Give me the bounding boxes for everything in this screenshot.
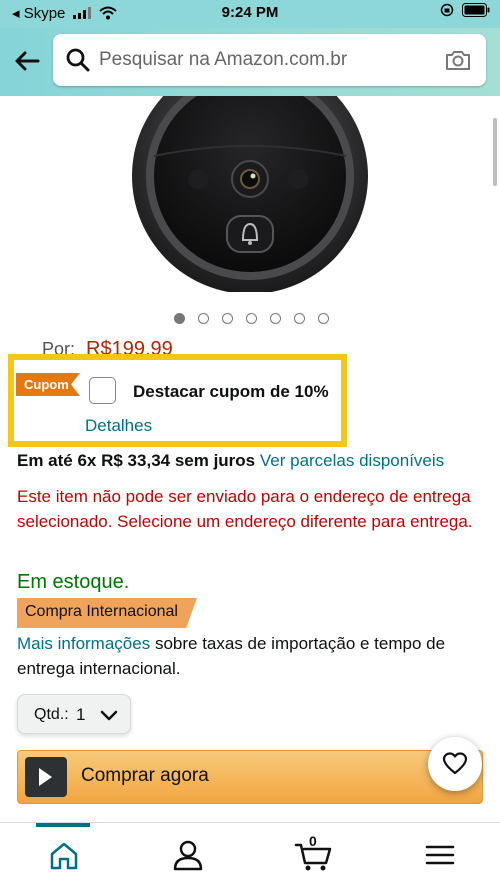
image-carousel-dots[interactable]	[174, 313, 329, 324]
buy-now-button[interactable]: Comprar agora	[17, 750, 483, 804]
carousel-dot[interactable]	[270, 313, 281, 324]
cart-button[interactable]: 0	[294, 833, 334, 873]
home-icon[interactable]	[44, 837, 84, 873]
camera-icon[interactable]	[444, 46, 472, 74]
quantity-label: Qtd.:	[34, 706, 69, 723]
carousel-dot[interactable]	[318, 313, 329, 324]
menu-icon[interactable]	[420, 837, 460, 873]
international-badge-label: Compra Internacional	[25, 603, 178, 620]
carousel-dot[interactable]	[222, 313, 233, 324]
coupon-text[interactable]: Destacar cupom de 10%	[133, 382, 329, 402]
orientation-lock-icon	[440, 3, 454, 17]
quantity-select[interactable]: Qtd.: 1	[17, 694, 131, 734]
import-info-link[interactable]: Mais informações	[17, 634, 150, 653]
back-arrow-icon[interactable]	[12, 46, 42, 76]
carousel-dot[interactable]	[198, 313, 209, 324]
product-image[interactable]	[130, 96, 370, 292]
coupon-badge: Cupom	[16, 373, 80, 396]
carousel-dot[interactable]	[174, 313, 185, 324]
cart-count: 0	[309, 833, 317, 849]
search-box[interactable]	[53, 34, 486, 86]
play-icon	[25, 757, 67, 797]
installments-link[interactable]: Ver parcelas disponíveis	[260, 451, 444, 470]
heart-icon	[442, 752, 468, 775]
shipping-warning: Este item não pode ser enviado para o en…	[17, 487, 473, 531]
quantity-value: 1	[76, 705, 86, 724]
bottom-navigation: 0	[0, 822, 500, 889]
installments-text: Em até 6x R$ 33,34 sem juros	[17, 451, 256, 470]
chevron-down-icon	[100, 710, 118, 721]
nav-active-indicator	[36, 823, 90, 827]
search-header	[0, 28, 500, 96]
battery-icon	[462, 3, 490, 17]
installments-row: Em até 6x R$ 33,34 sem juros Ver parcela…	[17, 451, 444, 471]
coupon-checkbox[interactable]	[89, 377, 116, 404]
status-right	[440, 3, 490, 17]
buy-now-label: Comprar agora	[81, 765, 209, 786]
coupon-details-link[interactable]: Detalhes	[85, 416, 152, 436]
import-info: Mais informações sobre taxas de importaç…	[17, 631, 492, 681]
search-icon	[66, 48, 90, 72]
status-time: 9:24 PM	[221, 4, 279, 21]
carousel-dot[interactable]	[246, 313, 257, 324]
account-icon[interactable]	[168, 837, 208, 873]
carousel-dot[interactable]	[294, 313, 305, 324]
wishlist-button[interactable]	[428, 737, 482, 791]
stock-status: Em estoque.	[17, 571, 130, 593]
search-input[interactable]	[99, 44, 429, 76]
status-bar: ◂ Skype 9:24 PM	[0, 0, 500, 28]
page-scrollbar[interactable]	[493, 118, 497, 186]
